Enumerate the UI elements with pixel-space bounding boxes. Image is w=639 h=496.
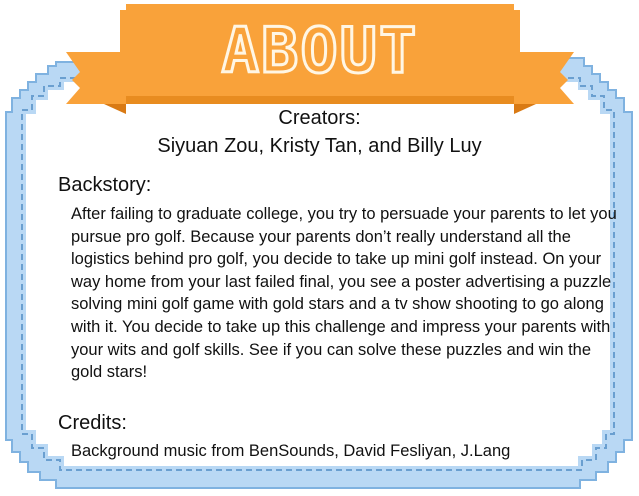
creators-names: Siyuan Zou, Kristy Tan, and Billy Luy [157, 135, 482, 157]
creators-heading: Creators: [278, 107, 361, 129]
backstory-heading: Backstory: [58, 174, 152, 196]
credits-text: Background music from BenSounds, David F… [71, 442, 511, 460]
backstory-text: After failing to graduate college, you t… [71, 205, 617, 382]
about-title: ABOUT [222, 14, 419, 87]
credits-heading: Credits: [58, 412, 127, 434]
